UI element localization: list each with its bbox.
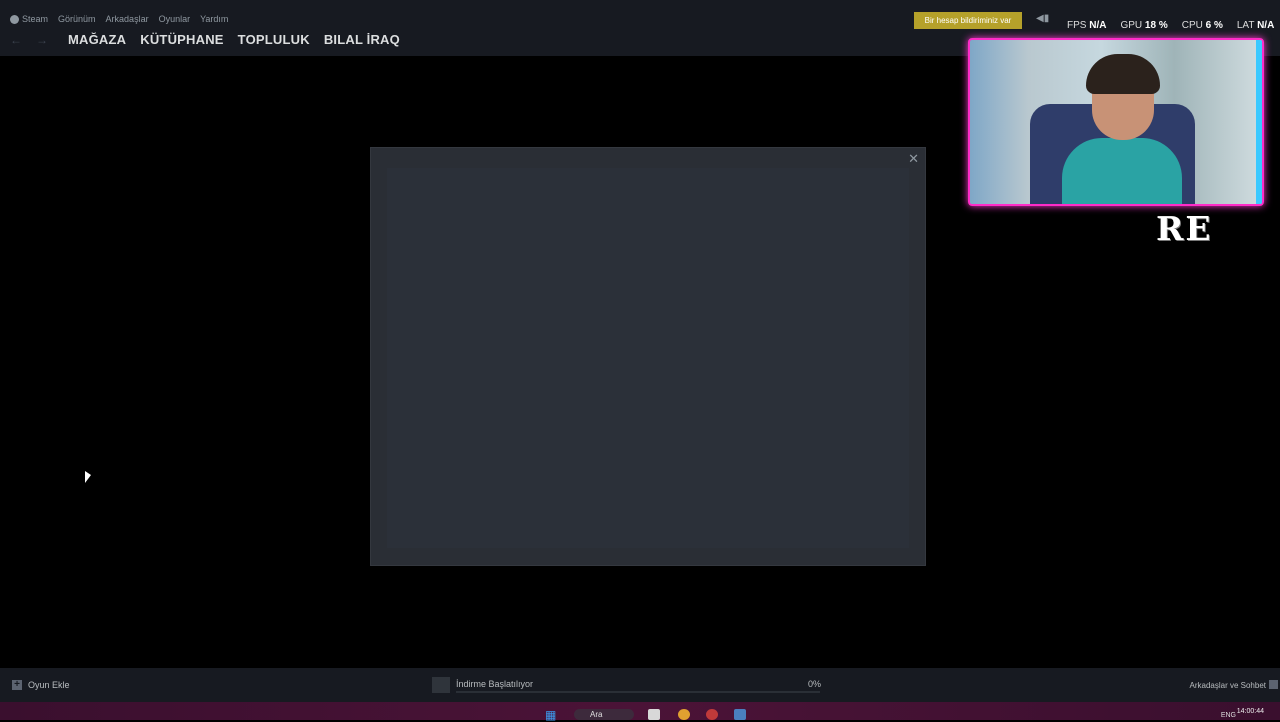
chevron-right-icon[interactable]: → xyxy=(36,33,48,47)
chat-icon[interactable] xyxy=(1269,680,1278,689)
close-icon[interactable]: ✕ xyxy=(908,151,919,167)
menu-item-help[interactable]: Yardım xyxy=(200,14,228,24)
menu-item-steam[interactable]: Steam xyxy=(10,14,48,24)
nav-library[interactable]: KÜTÜPHANE xyxy=(140,32,223,47)
nav-community[interactable]: TOPLULUK xyxy=(238,32,310,47)
loading-dialog: ✕ xyxy=(370,147,926,566)
account-notice-button[interactable]: Bir hesap bildiriminiz var xyxy=(914,12,1022,29)
windows-taskbar: ▦ Ara ENG 14:00:44 xyxy=(0,702,1280,722)
windows-start-icon[interactable]: ▦ xyxy=(545,708,559,722)
cpu-stat: CPU 6 % xyxy=(1181,20,1223,31)
add-game-button[interactable]: + Oyun Ekle xyxy=(12,680,70,690)
gpu-stat: GPU 18 % xyxy=(1120,20,1168,31)
webcam-accent xyxy=(1256,40,1262,204)
friends-chat-button[interactable]: Arkadaşlar ve Sohbet xyxy=(1190,681,1267,690)
steam-logo-icon xyxy=(10,14,19,24)
webcam-overlay xyxy=(968,38,1264,206)
app-icon[interactable] xyxy=(706,709,718,720)
menu-item-view[interactable]: Görünüm xyxy=(58,14,96,24)
download-status-label[interactable]: İndirme Başlatılıyor xyxy=(456,679,533,689)
nav-profile[interactable]: BILAL İRAQ xyxy=(324,32,400,47)
nav-row: ← → MAĞAZA KÜTÜPHANE TOPLULUK BILAL İRAQ xyxy=(10,32,400,47)
taskbar-search[interactable]: Ara xyxy=(574,709,634,720)
taskbar-clock[interactable]: 14:00:44 xyxy=(1237,708,1264,715)
status-bar: + Oyun Ekle İndirme Başlatılıyor 0% Arka… xyxy=(0,668,1280,702)
performance-overlay: FPS N/A GPU 18 % CPU 6 % LAT N/A xyxy=(1067,20,1274,31)
lat-stat: LAT N/A xyxy=(1236,20,1275,31)
mouse-cursor xyxy=(85,471,91,483)
chevron-left-icon[interactable]: ← xyxy=(10,33,22,47)
system-tray: ENG xyxy=(1221,712,1236,719)
file-explorer-icon[interactable] xyxy=(648,709,660,720)
steam-taskbar-icon[interactable] xyxy=(734,709,746,720)
download-percent: 0% xyxy=(808,679,822,689)
megaphone-icon[interactable]: ◀▮ xyxy=(1036,13,1054,27)
download-progress-bar xyxy=(456,691,820,693)
dialog-content-placeholder xyxy=(387,168,909,548)
menu-item-games[interactable]: Oyunlar xyxy=(159,14,191,24)
download-thumbnail[interactable] xyxy=(432,677,450,693)
plus-icon: + xyxy=(12,680,22,690)
fps-stat: FPS N/A xyxy=(1067,20,1107,31)
menu-bar: Steam Görünüm Arkadaşlar Oyunlar Yardım xyxy=(10,14,228,24)
nav-links: MAĞAZA KÜTÜPHANE TOPLULUK BILAL İRAQ xyxy=(68,32,400,47)
menu-item-friends[interactable]: Arkadaşlar xyxy=(106,14,149,24)
webcam-person xyxy=(1062,138,1182,204)
chrome-icon[interactable] xyxy=(678,709,690,720)
tray-language[interactable]: ENG xyxy=(1221,712,1236,719)
webcam-hair xyxy=(1086,54,1160,94)
nav-store[interactable]: MAĞAZA xyxy=(68,32,126,47)
rec-logo: RE xyxy=(1156,209,1213,248)
